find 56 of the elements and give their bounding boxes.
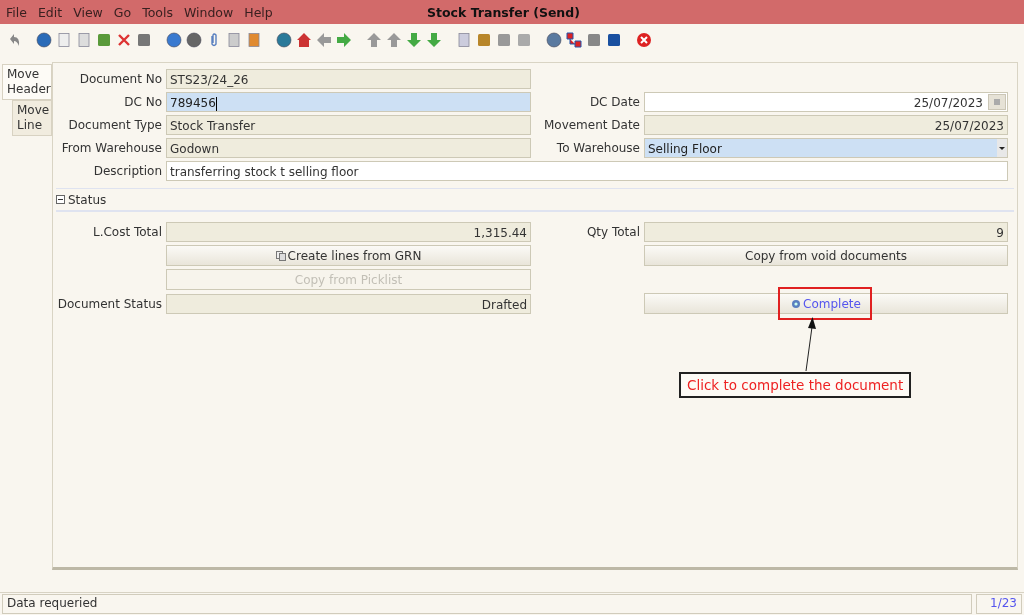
menu-item[interactable]: Window bbox=[183, 4, 234, 20]
action-button[interactable]: Copy from void documents bbox=[644, 245, 1008, 266]
read-only-field: Drafted bbox=[166, 293, 531, 314]
field-label: Document No bbox=[78, 72, 162, 86]
field-label: Movement Date bbox=[542, 118, 640, 132]
dropdown-field[interactable]: Selling Floor bbox=[644, 138, 1008, 158]
document-icon[interactable] bbox=[456, 32, 472, 48]
field-label: Description bbox=[92, 164, 162, 178]
top-arrow-icon[interactable] bbox=[366, 32, 382, 48]
field-label: To Warehouse bbox=[555, 141, 640, 155]
read-only-field: 1,315.44 bbox=[166, 222, 531, 242]
read-only-field: 9 bbox=[644, 222, 1008, 242]
input-field[interactable]: transferring stock t selling floor bbox=[166, 161, 1008, 181]
field-label: DC No bbox=[123, 95, 162, 109]
field-label: DC Date bbox=[588, 95, 640, 109]
up-arrow-icon[interactable] bbox=[386, 32, 402, 48]
house-icon[interactable] bbox=[296, 32, 312, 48]
input-field[interactable]: 789456 bbox=[166, 92, 531, 112]
menu-item[interactable]: Edit bbox=[37, 4, 63, 20]
status-message: Data requeried bbox=[2, 594, 972, 614]
collapse-icon[interactable] bbox=[56, 195, 65, 204]
pointer-arrow bbox=[804, 317, 816, 371]
window-title: Stock Transfer (Send) bbox=[427, 4, 580, 20]
section-header[interactable]: Status bbox=[56, 188, 1014, 212]
close-icon[interactable] bbox=[636, 32, 652, 48]
right-arrow-icon[interactable] bbox=[336, 32, 352, 48]
field-label: From Warehouse bbox=[60, 141, 162, 155]
field-label: Document Status bbox=[56, 296, 162, 311]
tab[interactable]: Move Header bbox=[2, 64, 52, 100]
complete-button[interactable]: Complete bbox=[644, 293, 1008, 314]
field-label: Qty Total bbox=[585, 225, 640, 239]
flow-icon[interactable] bbox=[566, 32, 582, 48]
action-button[interactable]: Create lines from GRN bbox=[166, 245, 531, 266]
record-counter: 1/23 bbox=[976, 594, 1022, 614]
field-label: L.Cost Total bbox=[91, 225, 162, 239]
menu-item[interactable]: View bbox=[73, 4, 103, 20]
field-label: Document Type bbox=[67, 118, 162, 132]
read-only-field: Stock Transfer bbox=[166, 115, 531, 135]
menu-item[interactable]: File bbox=[6, 4, 27, 20]
calendar-button[interactable] bbox=[988, 94, 1006, 110]
cross-icon[interactable] bbox=[116, 32, 132, 48]
read-only-field: Godown bbox=[166, 138, 531, 158]
blank-page-icon[interactable] bbox=[56, 32, 72, 48]
date-field[interactable]: 25/07/2023 bbox=[644, 92, 1008, 112]
annotation-callout: Click to complete the document bbox=[679, 372, 912, 398]
tab[interactable]: Move Line bbox=[12, 100, 52, 136]
block-icon[interactable] bbox=[606, 32, 622, 48]
read-only-field: STS23/24_26 bbox=[166, 69, 531, 89]
down-arrow-icon[interactable] bbox=[406, 32, 422, 48]
left-arrow-icon[interactable] bbox=[316, 32, 332, 48]
menu-item[interactable]: Tools bbox=[142, 4, 173, 20]
menu-item[interactable]: Go bbox=[113, 4, 132, 20]
bottom-arrow-icon[interactable] bbox=[426, 32, 442, 48]
read-only-field: 25/07/2023 bbox=[644, 115, 1008, 135]
menu-item[interactable]: Help bbox=[244, 4, 273, 20]
section-title: Status bbox=[68, 192, 107, 207]
